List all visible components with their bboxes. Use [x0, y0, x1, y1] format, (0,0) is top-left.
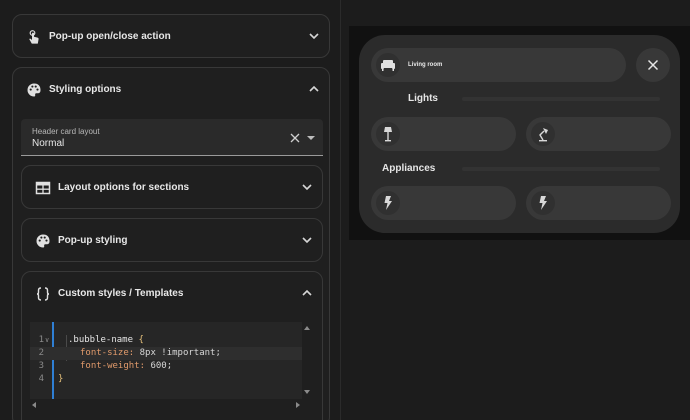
- separator-line: [462, 167, 660, 171]
- code-text: }: [58, 373, 63, 386]
- chevron-down-icon[interactable]: [300, 180, 314, 194]
- select-value: Normal: [32, 138, 65, 149]
- scroll-right-arrow-icon[interactable]: [296, 402, 300, 408]
- close-button[interactable]: [636, 48, 670, 82]
- entity-button[interactable]: [371, 117, 516, 151]
- sofa-icon: [376, 53, 400, 77]
- css-property: font-weight:: [80, 361, 146, 371]
- chevron-up-icon[interactable]: [300, 286, 314, 300]
- palette-icon: [24, 80, 44, 100]
- css-brace: {: [138, 335, 144, 345]
- css-property: font-size:: [80, 348, 135, 358]
- separator-line: [462, 97, 660, 101]
- card-editor: Pop-up open/close action Styling options: [0, 0, 340, 420]
- code-text: font-weight: 600;: [80, 360, 172, 373]
- room-name: Living room: [408, 62, 443, 68]
- floor-lamp-icon: [376, 122, 400, 146]
- scroll-up-arrow-icon[interactable]: [304, 326, 310, 330]
- expander-title: Styling options: [49, 84, 122, 95]
- palette-icon: [33, 231, 53, 251]
- expander-title: Layout options for sections: [58, 182, 190, 193]
- code-braces-icon: [33, 284, 53, 304]
- expander-layout-sections[interactable]: Layout options for sections: [21, 165, 323, 209]
- css-value: 8px !important;: [134, 348, 221, 358]
- desk-lamp-icon: [531, 122, 555, 146]
- horizontal-scrollbar[interactable]: [30, 400, 302, 410]
- chevron-down-icon[interactable]: [307, 29, 321, 43]
- line-number: 3: [38, 361, 44, 371]
- select-label: Header card layout: [32, 127, 100, 136]
- code-line: 1 ∨ .bubble-name {: [30, 334, 302, 347]
- expander-title: Pop-up open/close action: [49, 31, 171, 42]
- chevron-up-icon[interactable]: [307, 82, 321, 96]
- code-text: font-size: 8px !important;: [80, 347, 221, 360]
- code-line: 3 font-weight: 600;: [30, 360, 302, 373]
- css-selector: .bubble-name: [68, 335, 139, 345]
- css-value: 600;: [145, 361, 173, 371]
- flash-icon: [531, 191, 555, 215]
- gesture-tap-icon: [24, 27, 44, 47]
- table-icon: [33, 178, 53, 198]
- entity-button[interactable]: [371, 186, 516, 220]
- code-line-active: 2 font-size: 8px !important;: [30, 347, 302, 360]
- popup-header-button[interactable]: Living room: [371, 48, 626, 82]
- expander-popup-styling[interactable]: Pop-up styling: [21, 218, 323, 262]
- css-brace: }: [58, 374, 64, 384]
- expander-title: Pop-up styling: [58, 235, 128, 246]
- line-number: 2: [38, 348, 44, 358]
- close-icon: [647, 59, 659, 71]
- separator-title: Lights: [408, 93, 438, 104]
- separator-title: Appliances: [382, 163, 436, 174]
- entity-button[interactable]: [526, 117, 671, 151]
- dropdown-arrow-icon[interactable]: [307, 136, 315, 140]
- flash-icon: [376, 191, 400, 215]
- custom-styles-header[interactable]: Custom styles / Templates: [22, 272, 322, 316]
- entity-button[interactable]: [526, 186, 671, 220]
- vertical-scrollbar[interactable]: [303, 322, 313, 399]
- line-number: 1: [38, 335, 44, 345]
- header-layout-select[interactable]: Header card layout Normal: [21, 119, 323, 156]
- line-number: 4: [38, 374, 44, 384]
- code-text: .bubble-name {: [68, 334, 144, 347]
- code-line: 4 }: [30, 373, 302, 386]
- expander-popup-action[interactable]: Pop-up open/close action: [12, 14, 330, 58]
- scroll-left-arrow-icon[interactable]: [32, 402, 36, 408]
- scroll-down-arrow-icon[interactable]: [304, 390, 310, 394]
- styling-options-header[interactable]: Styling options: [13, 68, 329, 112]
- panel-divider: [340, 0, 341, 420]
- chevron-down-icon[interactable]: [300, 233, 314, 247]
- clear-icon[interactable]: [289, 132, 301, 144]
- expander-title: Custom styles / Templates: [58, 288, 184, 299]
- code-editor[interactable]: 1 ∨ .bubble-name { 2 font-size: 8px !imp…: [30, 322, 302, 399]
- fold-chevron-icon[interactable]: ∨: [45, 334, 49, 347]
